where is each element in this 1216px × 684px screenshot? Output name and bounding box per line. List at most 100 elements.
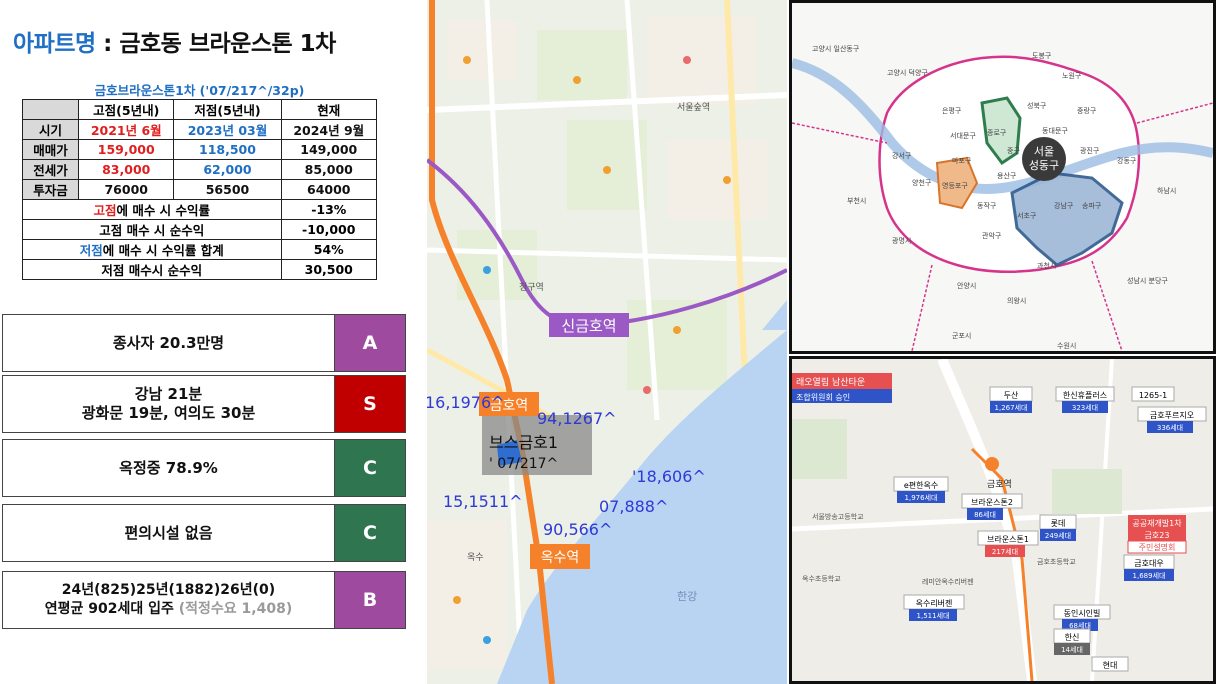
grade-text-line: 종사자 20.3만명	[112, 333, 225, 352]
complex-chip[interactable]: 현대	[1091, 656, 1129, 672]
summary-text: 에 매수 시 수익률	[116, 203, 211, 218]
grade-text: 종사자 20.3만명	[3, 315, 335, 371]
grade-badge: B	[335, 572, 405, 628]
summary-row: 고점에 매수 시 수익률 -13%	[22, 199, 377, 220]
svg-text:마포구: 마포구	[952, 156, 972, 165]
complex-chip[interactable]: 롯데 249세대	[1039, 514, 1077, 541]
price-label: 94,1267^	[537, 409, 617, 428]
price-label: '18,606^	[632, 467, 706, 486]
summary-text: 고점 매수 시 순수익	[99, 223, 205, 238]
district-label: 서울	[1034, 145, 1054, 158]
svg-text:옥수초등학교: 옥수초등학교	[802, 574, 841, 583]
grade-text-line: 24년(825)25년(1882)26년(0)	[61, 582, 276, 598]
svg-text:한신휴플러스: 한신휴플러스	[1063, 391, 1107, 400]
svg-text:도봉구: 도봉구	[1032, 52, 1052, 60]
row-label: 매매가	[22, 139, 79, 160]
svg-text:금호초등학교: 금호초등학교	[1037, 557, 1076, 566]
complex-chip[interactable]: 두산 1,267세대	[989, 386, 1033, 413]
svg-text:강남구: 강남구	[1054, 201, 1074, 210]
page-title: 아파트명 : 금호동 브라운스톤 1차	[13, 24, 336, 58]
low-value: 2023년 03월	[173, 119, 282, 140]
svg-text:중구: 중구	[1007, 147, 1020, 155]
summary-label: 고점 매수 시 순수익	[22, 219, 282, 240]
summary-prefix-low: 저점	[79, 243, 103, 258]
low-value: 62,000	[173, 159, 282, 180]
svg-text:노원구: 노원구	[1062, 71, 1082, 80]
svg-text:영등포구: 영등포구	[942, 181, 968, 190]
place-label: 한강	[677, 590, 697, 603]
grade-text: 옥정중 78.9%	[3, 440, 335, 496]
svg-text:동대문구: 동대문구	[1042, 127, 1068, 135]
svg-text:금호대우: 금호대우	[1134, 559, 1163, 568]
svg-text:송파구: 송파구	[1082, 201, 1102, 210]
svg-text:성북구: 성북구	[1027, 101, 1047, 110]
svg-text:서대문구: 서대문구	[950, 131, 976, 140]
svg-text:광진구: 광진구	[1080, 146, 1100, 155]
svg-text:브라운스톤2: 브라운스톤2	[971, 498, 1013, 507]
svg-text:금호23: 금호23	[1145, 531, 1170, 540]
svg-text:광명시: 광명시	[892, 236, 911, 245]
detail-map-canvas: 래오열림 남산타운 조합위원회 승인 금호역 두산 1,267세대 한신휴플러스…	[792, 359, 1213, 681]
grade-row-jobs: 종사자 20.3만명 A	[2, 314, 406, 372]
table-row: 투자금 76000 56500 64000	[22, 179, 377, 200]
banner-sub: 조합위원회 승인	[796, 392, 850, 402]
now-value: 2024년 9월	[280, 119, 377, 140]
svg-text:동작구: 동작구	[977, 201, 997, 210]
summary-prefix-high: 고점	[93, 203, 117, 218]
svg-text:217세대: 217세대	[992, 547, 1018, 556]
grade-text-line: 편의시설 없음	[124, 523, 213, 542]
svg-text:중랑구: 중랑구	[1077, 107, 1097, 115]
summary-row: 저점에 매수 시 수익률 합계 54%	[22, 239, 377, 260]
center-map[interactable]: 브스금호1 ' 07/217^ 신금호역 금호역 옥수역 16,1976^ 94…	[427, 0, 787, 684]
grade-badge: A	[335, 315, 405, 371]
complex-chip[interactable]: e편한옥수 1,976세대	[893, 476, 949, 503]
complex-chip[interactable]: 한신휴플러스 323세대	[1055, 386, 1115, 413]
svg-text:1,511세대: 1,511세대	[917, 611, 950, 620]
svg-text:e편한옥수: e편한옥수	[904, 480, 938, 490]
svg-text:주민설명회: 주민설명회	[1139, 542, 1176, 552]
svg-text:1,267세대: 1,267세대	[995, 403, 1028, 412]
low-value: 118,500	[173, 139, 282, 160]
district-map-canvas: 서울 성동구 고양시 일산동구 고양시 덕양구 노원구 도봉구 은평구 성북구 …	[792, 3, 1213, 351]
svg-text:두산: 두산	[1004, 390, 1019, 400]
row-label: 전세가	[22, 159, 79, 180]
svg-text:용산구: 용산구	[997, 171, 1017, 180]
high-value: 83,000	[77, 159, 175, 180]
price-label: 15,1511^	[443, 492, 523, 511]
svg-text:323세대: 323세대	[1072, 403, 1098, 412]
grade-text-line: 광화문 19분, 여의도 30분	[81, 404, 256, 422]
complex-chip[interactable]: 옥수리버젠 1,511세대	[903, 594, 965, 621]
complex-chip[interactable]: 금호대우 1,689세대	[1123, 554, 1175, 581]
row-label: 투자금	[22, 179, 79, 200]
grade-badge: C	[335, 440, 405, 496]
complex-chip[interactable]: 한신 14세대	[1053, 628, 1091, 655]
summary-value: 54%	[280, 239, 377, 260]
table-row: 시기 2021년 6월 2023년 03월 2024년 9월	[22, 119, 377, 140]
complex-chip[interactable]: 1265-1	[1131, 386, 1175, 402]
col-low: 저점(5년내)	[173, 99, 282, 120]
summary-label: 저점에 매수 시 수익률 합계	[22, 239, 282, 260]
high-value: 76000	[77, 179, 175, 200]
svg-text:의왕시: 의왕시	[1007, 296, 1026, 305]
place-label: 청구역	[519, 282, 544, 293]
svg-text:1,976세대: 1,976세대	[905, 493, 938, 502]
grade-text-line: 옥정중 78.9%	[119, 458, 218, 477]
svg-text:성남시 분당구: 성남시 분당구	[1127, 276, 1168, 285]
summary-label: 고점에 매수 시 수익률	[22, 199, 282, 220]
summary-text: 에 매수 시 수익률 합계	[102, 243, 224, 258]
svg-text:공공재개발1차: 공공재개발1차	[1132, 518, 1182, 528]
svg-text:강서구: 강서구	[892, 151, 912, 160]
station-label: 금호역	[987, 479, 1012, 490]
svg-text:옥수리버젠: 옥수리버젠	[916, 598, 953, 608]
info-panel: 아파트명 : 금호동 브라운스톤 1차 금호브라운스톤1차 ('07/217^/…	[0, 0, 420, 684]
svg-text:롯데: 롯데	[1051, 519, 1066, 528]
banner-title: 래오열림 남산타운	[796, 376, 865, 388]
now-value: 85,000	[280, 159, 377, 180]
detail-map[interactable]: 래오열림 남산타운 조합위원회 승인 금호역 두산 1,267세대 한신휴플러스…	[789, 356, 1216, 684]
redev-callout[interactable]: 공공재개발1차 금호23 주민설명회	[1127, 515, 1187, 554]
svg-text:한신: 한신	[1065, 633, 1080, 642]
grade-row-commute: 강남 21분 광화문 19분, 여의도 30분 S	[2, 375, 406, 433]
center-map-canvas: 브스금호1 ' 07/217^ 신금호역 금호역 옥수역 16,1976^ 94…	[427, 0, 787, 684]
grade-row-amenities: 편의시설 없음 C	[2, 504, 406, 562]
district-map[interactable]: 서울 성동구 고양시 일산동구 고양시 덕양구 노원구 도봉구 은평구 성북구 …	[789, 0, 1216, 354]
